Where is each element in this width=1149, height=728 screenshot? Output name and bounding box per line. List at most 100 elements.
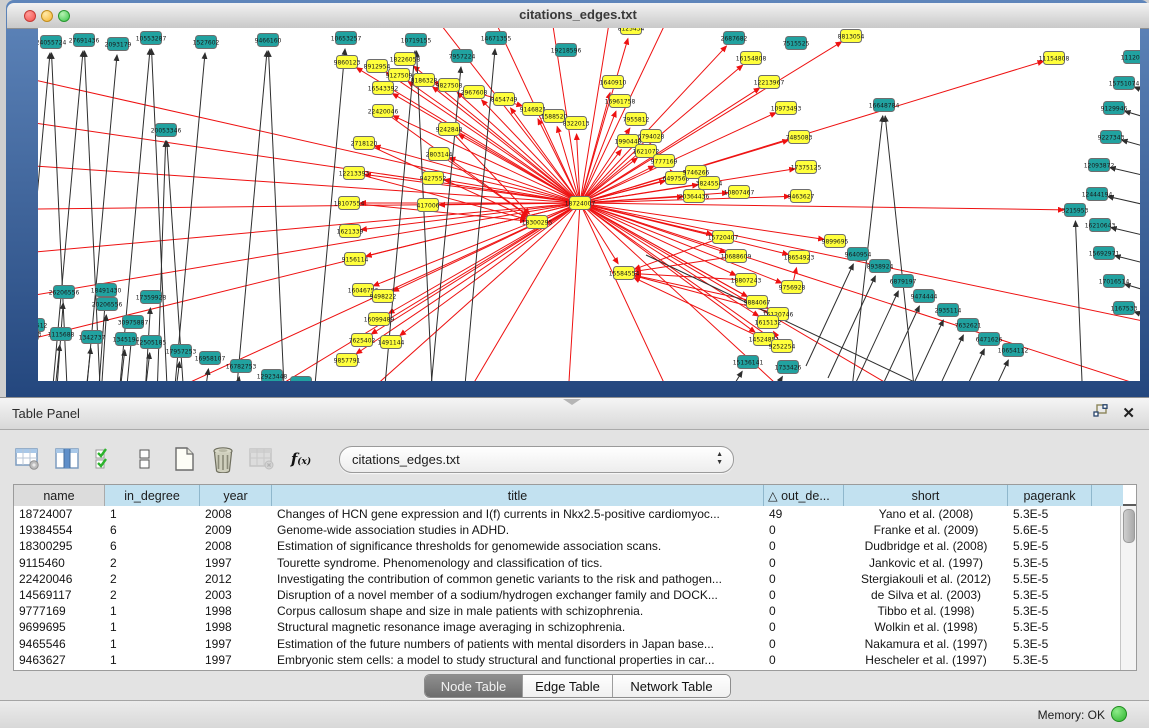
scrollbar-thumb[interactable] xyxy=(1123,509,1135,543)
table-cell[interactable]: 1 xyxy=(105,636,200,652)
graph-node[interactable]: 1615132 xyxy=(755,316,782,329)
float-panel-icon[interactable] xyxy=(1093,404,1108,423)
graph-edge[interactable] xyxy=(896,320,943,381)
graph-node[interactable]: 30975887 xyxy=(118,316,149,329)
graph-node[interactable]: 9756928 xyxy=(779,281,806,294)
graph-node[interactable]: 9242848 xyxy=(436,123,463,136)
table-cell[interactable]: 0 xyxy=(764,587,844,603)
graph-edge[interactable] xyxy=(200,369,208,381)
graph-node[interactable]: 16958107 xyxy=(195,352,226,365)
table-cell[interactable]: Wolkin et al. (1998) xyxy=(844,619,1008,635)
graph-node[interactable]: 12923448 xyxy=(257,370,288,382)
graph-edge[interactable] xyxy=(1110,167,1140,181)
table-cell[interactable]: de Silva et al. (2003) xyxy=(844,587,1008,603)
graph-edge[interactable] xyxy=(311,49,345,381)
graph-node[interactable]: 18300295 xyxy=(522,216,553,229)
table-row[interactable]: 946362711997Embryonic stem cells: a mode… xyxy=(14,652,1136,668)
graph-node[interactable]: 9463627 xyxy=(788,190,815,203)
column-header[interactable]: in_degree xyxy=(105,485,200,506)
table-cell[interactable]: 1 xyxy=(105,652,200,668)
graph-node[interactable]: 24055724 xyxy=(38,36,66,49)
graph-node[interactable]: 17016514 xyxy=(1099,275,1130,288)
graph-node[interactable]: 22420046 xyxy=(368,105,399,118)
graph-node[interactable]: 8186328 xyxy=(411,74,438,87)
graph-node[interactable]: 10719155 xyxy=(401,34,432,47)
graph-node[interactable]: 9227343 xyxy=(1098,131,1125,144)
graph-node[interactable]: 12213393 xyxy=(339,167,370,180)
graph-node[interactable]: 9860123 xyxy=(334,56,361,69)
table-row[interactable]: 977716911998Corpus callosum shape and si… xyxy=(14,603,1136,619)
graph-node[interactable]: 9252254 xyxy=(769,340,796,353)
graph-edge[interactable] xyxy=(269,51,286,381)
row-height-icon[interactable] xyxy=(130,444,160,474)
table-cell[interactable]: Yano et al. (2008) xyxy=(844,506,1008,522)
graph-node[interactable]: 6471626 xyxy=(976,333,1003,346)
table-cell[interactable]: 9777169 xyxy=(14,603,105,619)
table-cell[interactable]: 0 xyxy=(764,652,844,668)
graph-edge[interactable] xyxy=(580,203,788,254)
table-cell[interactable]: Embryonic stem cells: a model to study s… xyxy=(272,652,764,668)
graph-node[interactable]: 2093179 xyxy=(105,38,132,51)
graph-edge[interactable] xyxy=(580,203,824,239)
graph-edge[interactable] xyxy=(961,360,1008,381)
graph-node[interactable]: 1167533 xyxy=(1111,302,1138,315)
table-cell[interactable]: Stergiakouli et al. (2012) xyxy=(844,571,1008,587)
graph-node[interactable]: 10653257 xyxy=(331,32,362,45)
graph-node[interactable]: 16099489 xyxy=(364,313,395,326)
table-cell[interactable]: Genome-wide association studies in ADHD. xyxy=(272,522,764,538)
table-cell[interactable]: 2012 xyxy=(200,571,272,587)
graph-node[interactable]: 10807467 xyxy=(724,186,755,199)
graph-node[interactable]: 12213967 xyxy=(754,76,785,89)
table-selector-dropdown[interactable]: citations_edges.txt ▲▼ xyxy=(339,446,734,473)
table-cell[interactable]: 5.6E-5 xyxy=(1008,522,1092,538)
graph-edge[interactable] xyxy=(1108,196,1140,210)
table-cell[interactable]: 0 xyxy=(764,619,844,635)
graph-node[interactable]: 12093872 xyxy=(1084,159,1115,172)
graph-edge[interactable] xyxy=(751,376,782,381)
graph-node[interactable]: 2935114 xyxy=(935,304,962,317)
table-cell[interactable]: 1 xyxy=(105,619,200,635)
table-cell[interactable]: Changes of HCN gene expression and I(f) … xyxy=(272,506,764,522)
table-cell[interactable]: 2009 xyxy=(200,522,272,538)
graph-node[interactable]: 9498222 xyxy=(370,290,397,303)
graph-node[interactable]: 8912954 xyxy=(364,60,391,73)
table-cell[interactable]: 5.3E-5 xyxy=(1008,555,1092,571)
graph-node[interactable]: 8454749 xyxy=(491,93,518,106)
table-cell[interactable]: 5.3E-5 xyxy=(1008,603,1092,619)
table-cell[interactable]: 0 xyxy=(764,538,844,554)
graph-edge[interactable] xyxy=(885,116,918,381)
graph-edge[interactable] xyxy=(1115,256,1140,269)
table-row[interactable]: 1456911722003Disruption of a novel membe… xyxy=(14,587,1136,603)
graph-edge[interactable] xyxy=(1075,221,1084,381)
graph-edge[interactable] xyxy=(233,51,267,381)
graph-node[interactable]: 1527602 xyxy=(193,36,220,49)
delete-icon[interactable] xyxy=(208,444,238,474)
graph-node[interactable]: 17375125 xyxy=(791,161,822,174)
graph-edge[interactable] xyxy=(580,150,621,203)
graph-node[interactable]: 1733426 xyxy=(775,361,802,374)
graph-node[interactable]: 1112047 xyxy=(1121,51,1140,64)
table-cell[interactable]: 22420046 xyxy=(14,571,105,587)
graph-node[interactable]: 15751074 xyxy=(1109,77,1140,90)
graph-edge[interactable] xyxy=(566,203,580,381)
table-cell[interactable]: 0 xyxy=(764,522,844,538)
node-table[interactable]: namein_degreeyeartitle△ out_de...shortpa… xyxy=(13,484,1137,671)
table-cell[interactable]: Estimation of the future numbers of pati… xyxy=(272,636,764,652)
graph-node[interactable]: 20053346 xyxy=(151,124,182,137)
graph-edge[interactable] xyxy=(393,203,580,291)
graph-edge[interactable] xyxy=(1111,228,1140,241)
table-cell[interactable]: 1 xyxy=(105,603,200,619)
column-header[interactable]: name xyxy=(14,485,105,506)
table-cell[interactable]: 9463627 xyxy=(14,652,105,668)
table-cell[interactable]: 1998 xyxy=(200,603,272,619)
graph-node[interactable]: 14671355 xyxy=(481,32,512,45)
graph-node[interactable]: 10553287 xyxy=(136,32,167,45)
graph-node[interactable]: 17359928 xyxy=(136,291,167,304)
graph-node[interactable]: 1491144 xyxy=(378,336,405,349)
graph-edge[interactable] xyxy=(366,203,580,256)
column-header[interactable]: title xyxy=(272,485,764,506)
graph-node[interactable]: 2687682 xyxy=(721,32,748,45)
table-cell[interactable]: 5.3E-5 xyxy=(1008,652,1092,668)
graph-edge[interactable] xyxy=(152,49,169,381)
table-cell[interactable]: 18724007 xyxy=(14,506,105,522)
